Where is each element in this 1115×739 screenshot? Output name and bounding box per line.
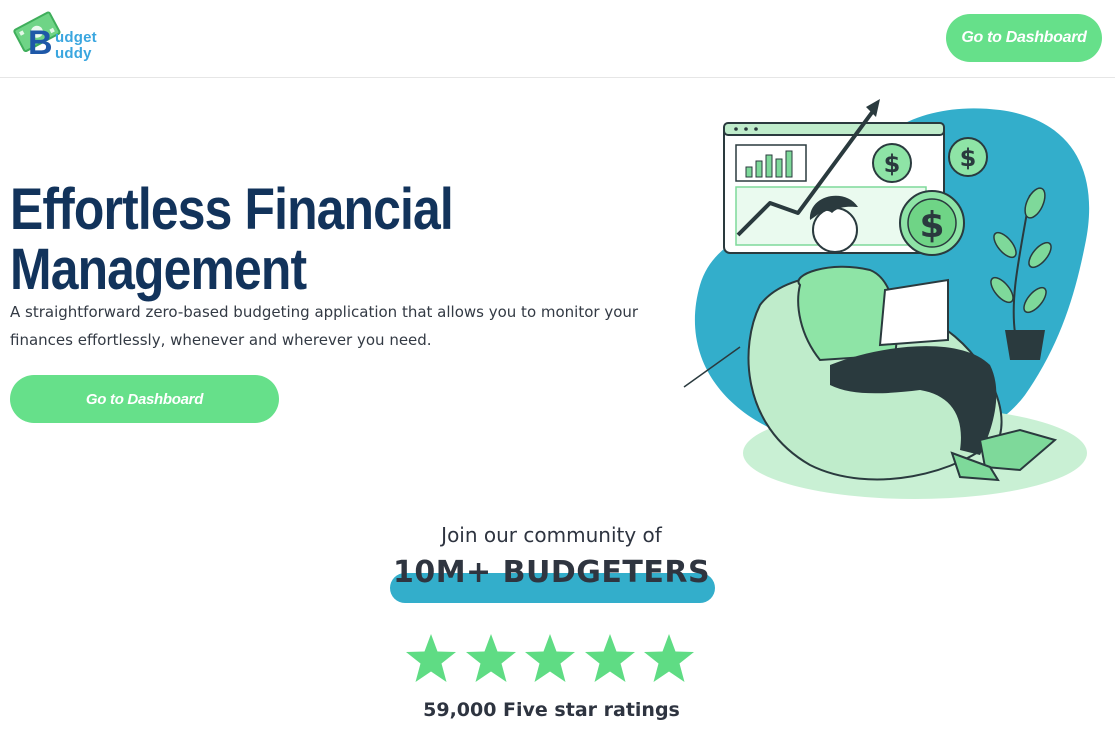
star-icon: [525, 634, 575, 682]
logo-initial: B: [28, 24, 53, 62]
hero-illustration: $ $ $: [683, 99, 1090, 499]
hero-title: Effortless Financial Management: [10, 177, 454, 302]
hero-title-line-2: Management: [10, 237, 307, 302]
top-nav: B udget uddy Go to Dashboard: [0, 0, 1115, 78]
star-icon: [465, 634, 516, 682]
logo-text-budget: udget: [55, 29, 97, 46]
star-icon: [644, 634, 694, 682]
brand-logo[interactable]: B udget uddy: [10, 4, 105, 68]
star-icon: [406, 634, 456, 682]
logo-text-buddy: uddy: [55, 45, 92, 62]
ratings-count: 59,000 Five star ratings: [423, 699, 680, 721]
rating-stars: [404, 632, 696, 686]
hero-subtitle: A straightforward zero-based budgeting a…: [10, 303, 639, 349]
community-count: 10M+ BUDGETERS: [392, 555, 711, 590]
hero-dashboard-button[interactable]: Go to Dashboard: [10, 375, 279, 423]
star-icon: [584, 634, 635, 682]
svg-text:$: $: [919, 205, 944, 246]
svg-text:$: $: [884, 150, 901, 178]
community-intro: Join our community of: [441, 523, 662, 547]
header-dashboard-button[interactable]: Go to Dashboard: [946, 14, 1102, 62]
laptop-icon: [878, 278, 949, 347]
hero-title-line-1: Effortless Financial: [10, 177, 454, 242]
svg-text:$: $: [960, 144, 977, 172]
